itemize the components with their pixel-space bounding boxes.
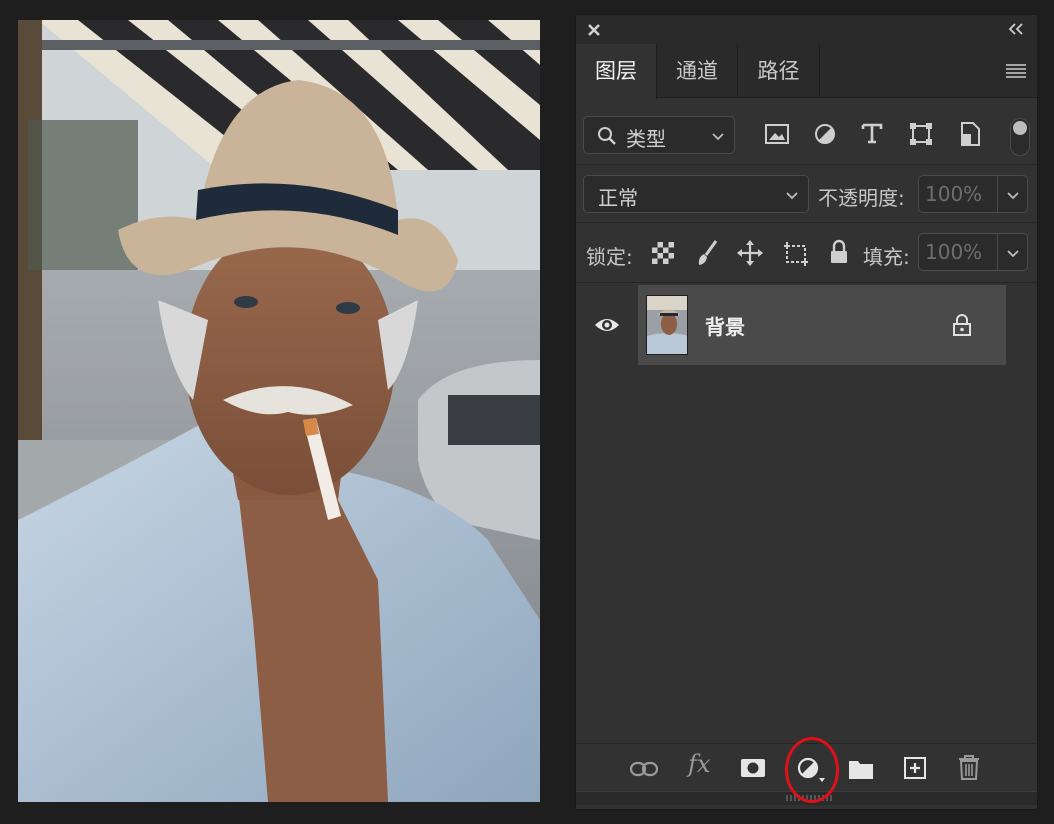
- fill-value[interactable]: 100%: [925, 240, 982, 264]
- lock-transparent-icon[interactable]: [651, 241, 675, 265]
- link-layers-icon[interactable]: [629, 759, 659, 779]
- chevron-down-icon: [786, 192, 798, 200]
- opacity-label: 不透明度:: [818, 186, 905, 210]
- lock-image-icon[interactable]: [694, 239, 720, 267]
- close-icon[interactable]: [584, 20, 604, 40]
- chevron-down-icon: [712, 133, 724, 141]
- lock-artboard-icon[interactable]: [782, 239, 810, 267]
- panel-resize-handle[interactable]: [576, 791, 1037, 805]
- new-layer-icon[interactable]: [903, 756, 927, 780]
- fill-field[interactable]: 100%: [918, 233, 1028, 271]
- group-folder-icon[interactable]: [848, 758, 874, 780]
- filter-kind-label: 类型: [626, 127, 666, 151]
- blend-row: 正常 不透明度: 100%: [576, 165, 1037, 223]
- collapse-panel-icon[interactable]: [1005, 19, 1027, 39]
- image-filter-icon[interactable]: [764, 123, 790, 145]
- fill-label: 填充:: [863, 245, 910, 269]
- adjustment-layer-icon[interactable]: [796, 756, 826, 784]
- lock-row: 锁定: 填充: 100%: [576, 223, 1037, 283]
- layer-lock-icon[interactable]: [952, 314, 972, 336]
- fx-icon[interactable]: fx: [688, 750, 710, 778]
- filter-toggle[interactable]: [1010, 118, 1030, 156]
- filter-row: 类型: [576, 99, 1037, 165]
- chevron-down-icon[interactable]: [1005, 245, 1021, 261]
- delete-icon[interactable]: [957, 754, 981, 780]
- smart-object-filter-icon[interactable]: [958, 121, 982, 147]
- layer-thumbnail: [646, 295, 688, 355]
- filter-kind-select[interactable]: 类型: [583, 116, 735, 154]
- layers-panel: 图层 通道 路径 类型 正常 不透明度: 100% 锁定: 填充: 100% 背…: [575, 14, 1038, 810]
- layer-row-background[interactable]: 背景: [576, 285, 1006, 365]
- eye-icon[interactable]: [594, 314, 620, 336]
- search-icon: [598, 127, 616, 145]
- adjustment-filter-icon[interactable]: [813, 122, 837, 146]
- document-canvas[interactable]: [18, 20, 540, 802]
- add-mask-icon[interactable]: [740, 758, 766, 778]
- blend-mode-select[interactable]: 正常: [583, 175, 809, 213]
- tab-paths[interactable]: 路径: [738, 44, 820, 98]
- tab-layers[interactable]: 图层: [576, 44, 657, 99]
- panel-menu-icon[interactable]: [1005, 61, 1027, 81]
- lock-position-icon[interactable]: [736, 239, 764, 267]
- type-filter-icon[interactable]: [860, 121, 884, 145]
- tab-channels[interactable]: 通道: [657, 44, 738, 98]
- selected-layer-highlight: [638, 285, 1006, 365]
- shape-filter-icon[interactable]: [908, 121, 934, 147]
- grip-icon: [786, 795, 832, 801]
- layer-name[interactable]: 背景: [705, 311, 745, 340]
- chevron-down-icon[interactable]: [1005, 187, 1021, 203]
- lock-all-icon[interactable]: [828, 239, 850, 265]
- opacity-field[interactable]: 100%: [918, 175, 1028, 213]
- panel-titlebar: [576, 15, 1037, 45]
- lock-label: 锁定:: [586, 245, 633, 269]
- blend-mode-value: 正常: [598, 186, 638, 210]
- portrait-photo: [18, 20, 540, 802]
- opacity-value[interactable]: 100%: [925, 182, 982, 206]
- panel-tabs: 图层 通道 路径: [576, 44, 1037, 99]
